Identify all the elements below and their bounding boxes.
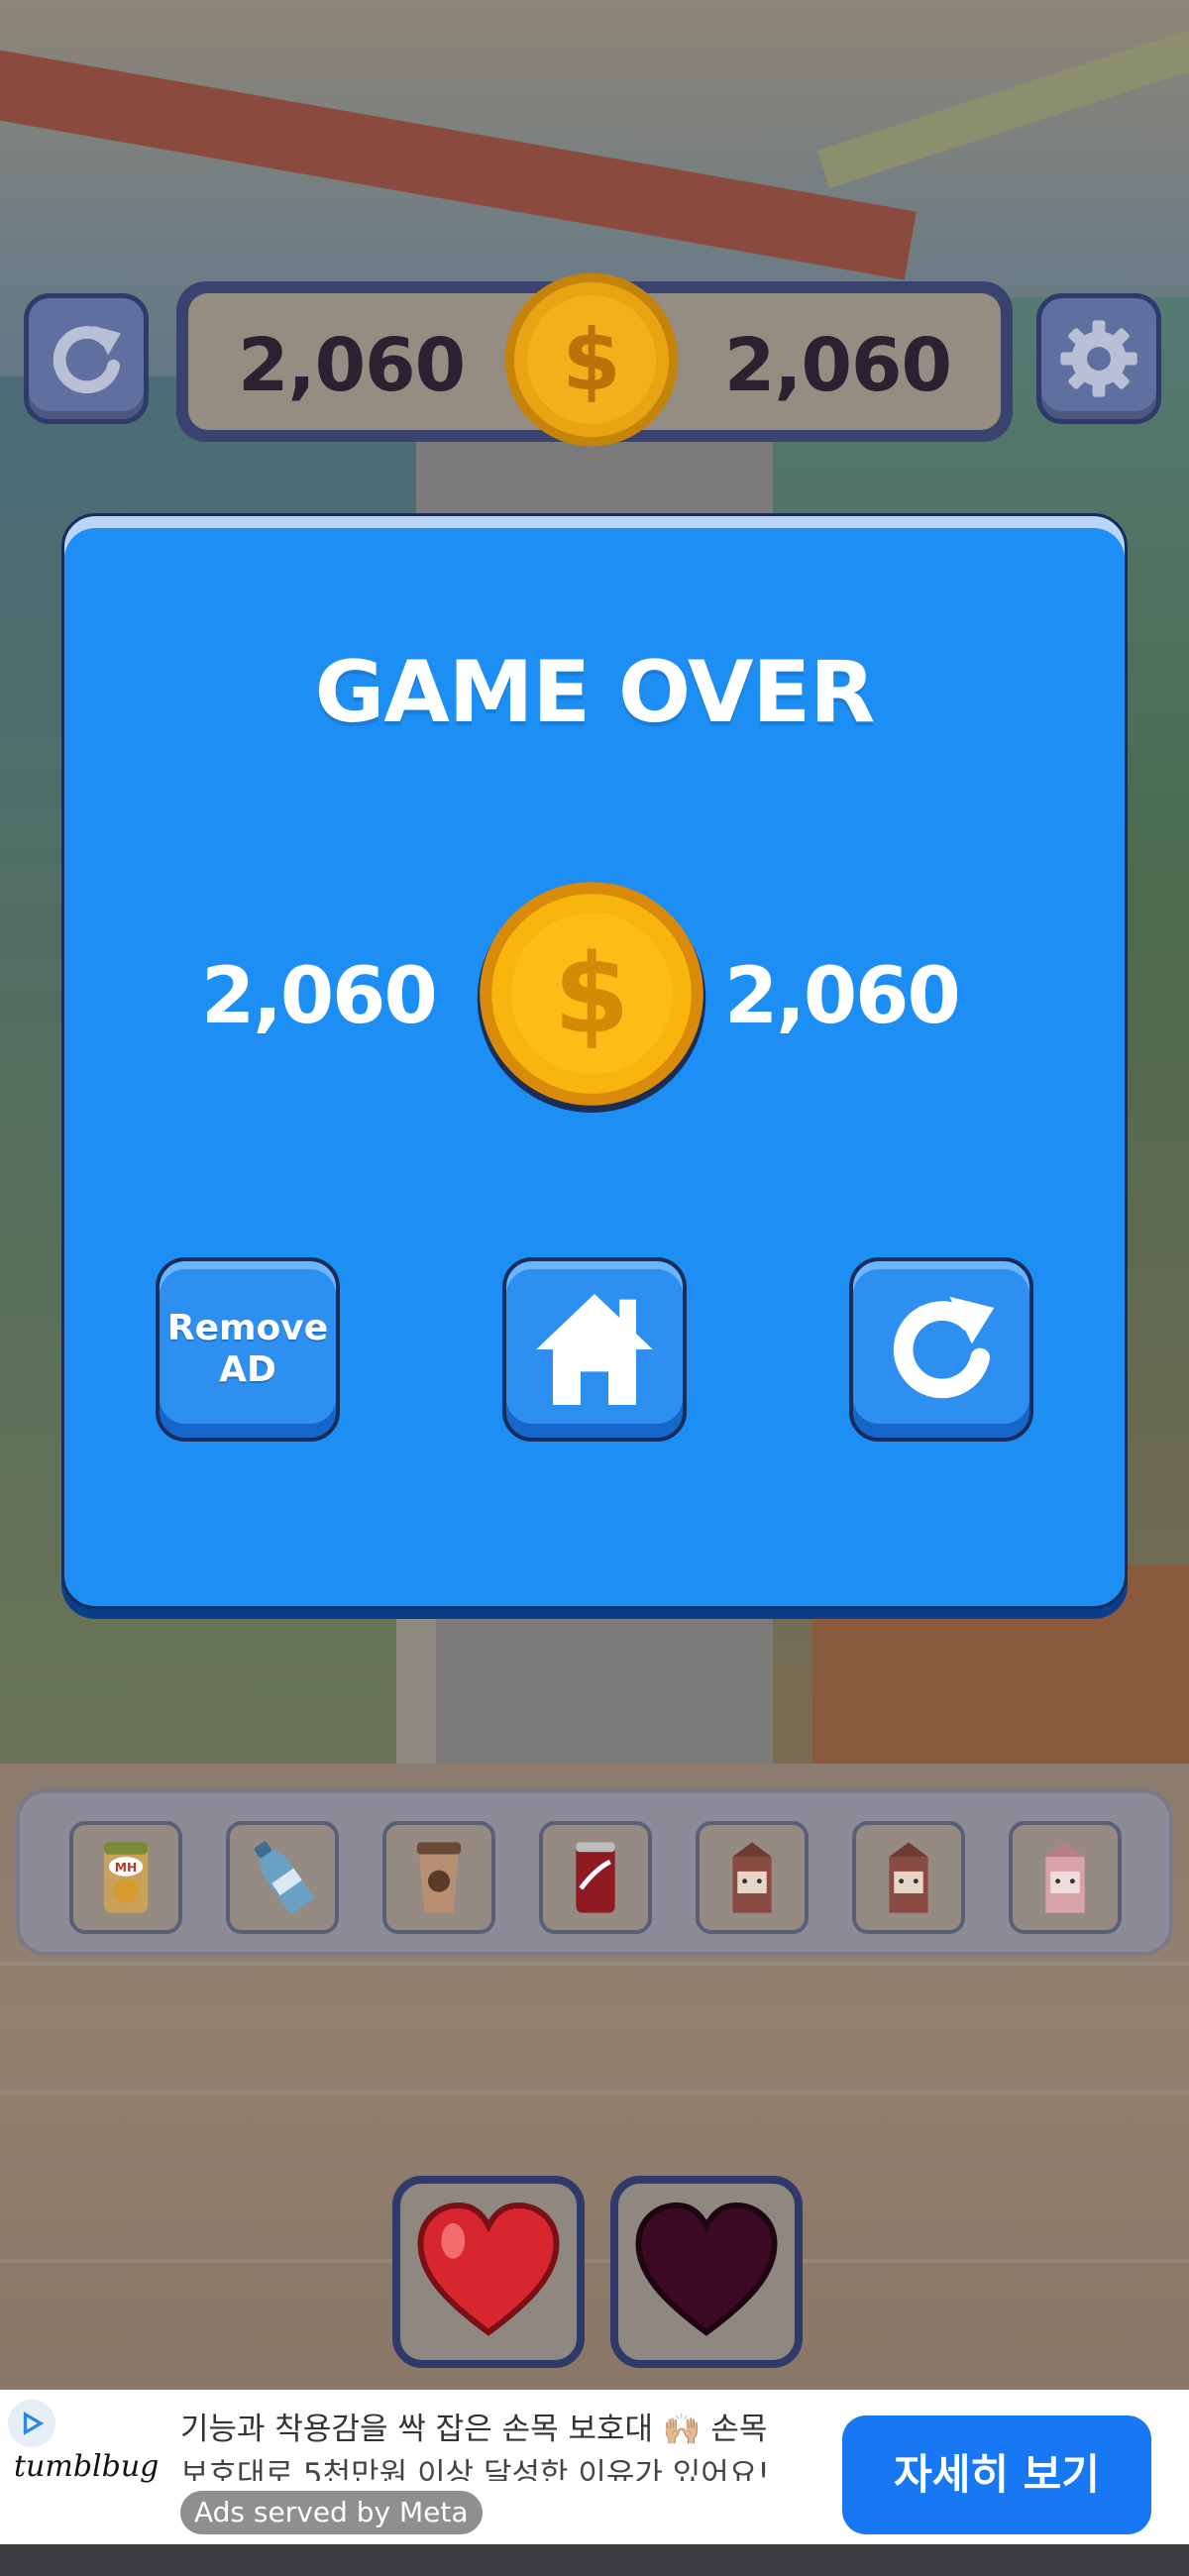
- life-slot: [610, 2176, 803, 2368]
- coffee-cup-icon: [416, 1842, 462, 1913]
- tray-slot[interactable]: [382, 1821, 495, 1934]
- settings-button[interactable]: [1036, 293, 1161, 424]
- restart-button[interactable]: [24, 293, 149, 424]
- soda-can-icon: [576, 1842, 615, 1913]
- life-slot: [392, 2176, 585, 2368]
- juice-can-label: MH: [115, 1861, 137, 1875]
- floor-line: [0, 1962, 1189, 1966]
- water-bottle-icon: [254, 1841, 315, 1915]
- gear-icon: [1060, 320, 1137, 397]
- coin-count-left: 2,060: [238, 323, 466, 408]
- remove-ad-button[interactable]: Remove AD: [156, 1257, 340, 1442]
- heart-full-icon: [417, 2202, 560, 2336]
- tray-slot[interactable]: [1009, 1821, 1122, 1934]
- earned-coins-left: 2,060: [201, 952, 438, 1041]
- ad-choices-icon[interactable]: [8, 2400, 55, 2447]
- tray-slot[interactable]: [226, 1821, 339, 1934]
- ad-cta-button[interactable]: 자세히 보기: [842, 2415, 1151, 2534]
- svg-text:$: $: [562, 312, 621, 410]
- system-nav-strip: [0, 2544, 1189, 2576]
- milk-carton-icon: [732, 1842, 772, 1913]
- ad-text: 기능과 착용감을 싹 잡은 손목 보호대 🙌🏼 손목: [180, 2412, 768, 2447]
- restart-arrow-icon: [893, 1296, 995, 1399]
- tray-slot[interactable]: MH: [69, 1821, 182, 1934]
- milk-carton-icon: [889, 1842, 928, 1913]
- dollar-coin-icon: $: [504, 272, 679, 447]
- ads-served-by-label: Ads served by Meta: [180, 2491, 483, 2534]
- home-button[interactable]: [502, 1257, 687, 1442]
- tray-slot[interactable]: [539, 1821, 652, 1934]
- restart-arrow-icon: [53, 325, 121, 394]
- floor-line: [0, 2091, 1189, 2094]
- tray-slot[interactable]: [852, 1821, 965, 1934]
- tray-slot[interactable]: [696, 1821, 809, 1934]
- heart-empty-icon: [635, 2202, 778, 2336]
- advertiser-name: tumblbug: [14, 2449, 160, 2484]
- floor-line: [0, 2259, 1189, 2263]
- dollar-coin-icon: $: [477, 882, 706, 1113]
- game-over-dialog: GAME OVER 2,060 $ 2,060 Remove AD: [61, 513, 1128, 1609]
- remove-ad-label: AD: [219, 1349, 276, 1390]
- item-tray: MH: [16, 1789, 1173, 1956]
- svg-text:$: $: [554, 931, 630, 1058]
- coin-count-right: 2,060: [723, 323, 952, 408]
- ad-text: 보호대로 5천만원 이상 달성한 이유가 있어요!: [180, 2457, 770, 2481]
- earned-coins-right: 2,060: [724, 952, 961, 1041]
- juice-can-icon: MH: [103, 1842, 149, 1913]
- dialog-title: GAME OVER: [314, 643, 876, 742]
- retry-button[interactable]: [849, 1257, 1033, 1442]
- remove-ad-label: Remove: [166, 1308, 329, 1348]
- strawberry-milk-icon: [1045, 1842, 1085, 1913]
- home-icon: [536, 1294, 653, 1405]
